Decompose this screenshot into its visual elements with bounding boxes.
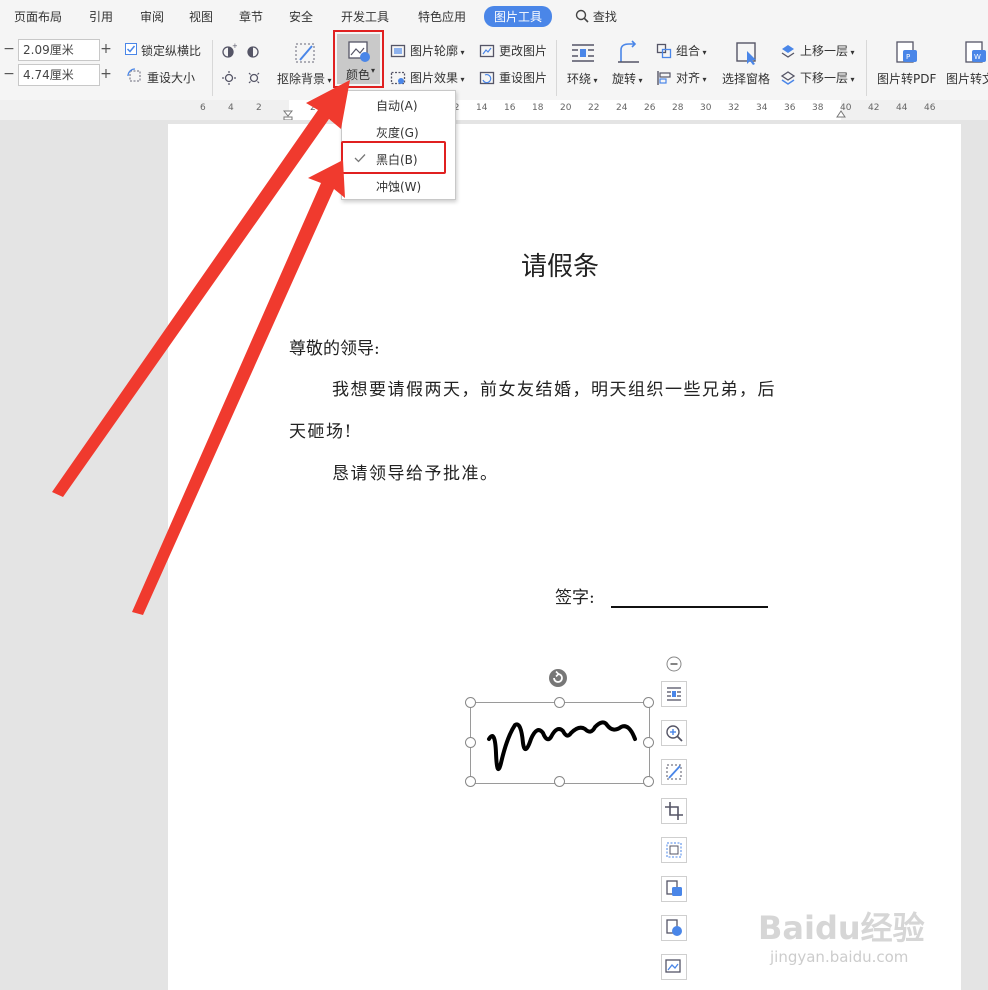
annotation-arrows: [52, 80, 350, 615]
red-arrow-icon: [52, 80, 350, 497]
baidu-watermark: Baidu经验: [758, 909, 925, 947]
watermark-url: jingyan.baidu.com: [770, 948, 909, 966]
